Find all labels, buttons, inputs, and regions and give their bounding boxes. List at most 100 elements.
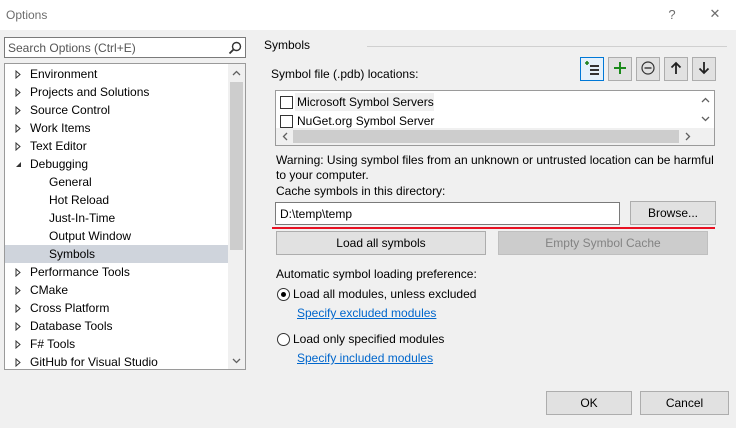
help-icon: ?: [668, 6, 676, 22]
empty-symbol-cache-button[interactable]: Empty Symbol Cache: [498, 231, 708, 255]
tree-item-label: Performance Tools: [30, 265, 130, 279]
tree-item-label: Projects and Solutions: [30, 85, 150, 99]
collapsed-arrow-icon[interactable]: [13, 317, 23, 335]
help-button[interactable]: ?: [661, 4, 683, 24]
scroll-up-arrow-icon[interactable]: [697, 92, 714, 108]
tree-item[interactable]: Work Items: [5, 119, 229, 137]
ok-button[interactable]: OK: [546, 391, 632, 415]
collapsed-arrow-icon[interactable]: [13, 65, 23, 83]
tree-item[interactable]: Text Editor: [5, 137, 229, 155]
collapsed-arrow-icon[interactable]: [13, 137, 23, 155]
cache-directory-input[interactable]: [280, 206, 610, 222]
tree-item[interactable]: GitHub for Visual Studio: [5, 353, 229, 369]
load-all-modules-label[interactable]: Load all modules, unless excluded: [293, 287, 476, 301]
section-title: Symbols: [264, 38, 311, 52]
tree-item[interactable]: Projects and Solutions: [5, 83, 229, 101]
scroll-down-arrow-icon[interactable]: [228, 352, 245, 369]
tree-scroll-thumb[interactable]: [230, 82, 243, 250]
load-all-symbols-button[interactable]: Load all symbols: [276, 231, 486, 255]
add-location-button[interactable]: [608, 57, 632, 81]
scroll-left-arrow-icon[interactable]: [276, 128, 293, 145]
section-divider: [367, 46, 727, 47]
collapsed-arrow-icon[interactable]: [13, 263, 23, 281]
tree-item[interactable]: Symbols: [5, 245, 229, 263]
tree-item[interactable]: Output Window: [5, 227, 229, 245]
tree-item-label: Hot Reload: [49, 193, 110, 207]
scroll-down-arrow-icon[interactable]: [697, 111, 714, 127]
annotation-underline: [272, 227, 715, 229]
tree-item[interactable]: Environment: [5, 65, 229, 83]
collapsed-arrow-icon[interactable]: [13, 83, 23, 101]
location-label: Microsoft Symbol Servers: [297, 95, 434, 109]
warning-text-line2: to your computer.: [276, 168, 369, 182]
load-specified-modules-radio[interactable]: [277, 333, 290, 346]
tree-item-label: Cross Platform: [30, 301, 110, 315]
tree-item[interactable]: Source Control: [5, 101, 229, 119]
tree-item[interactable]: General: [5, 173, 229, 191]
tree-scrollbar[interactable]: [228, 64, 245, 369]
specify-excluded-modules-link[interactable]: Specify excluded modules: [297, 306, 436, 320]
tree-item[interactable]: Debugging: [5, 155, 229, 173]
specify-included-modules-link[interactable]: Specify included modules: [297, 351, 433, 365]
search-icon[interactable]: [227, 40, 243, 56]
list-vertical-scrollbar[interactable]: [697, 91, 714, 128]
remove-icon: [641, 60, 655, 78]
tree-item-label: Work Items: [30, 121, 91, 135]
tree-item-label: GitHub for Visual Studio: [30, 355, 158, 369]
tree-item[interactable]: Just-In-Time: [5, 209, 229, 227]
auto-loading-label: Automatic symbol loading preference:: [276, 267, 477, 281]
tree-item[interactable]: CMake: [5, 281, 229, 299]
list-item[interactable]: Microsoft Symbol Servers: [276, 92, 698, 111]
remove-location-button[interactable]: [636, 57, 660, 81]
move-up-icon: [670, 61, 682, 78]
window-title: Options: [6, 8, 48, 22]
load-specified-modules-label[interactable]: Load only specified modules: [293, 332, 444, 346]
tree-item-label: CMake: [30, 283, 69, 297]
tree-item-label: F# Tools: [30, 337, 76, 351]
tree-item-label: General: [49, 175, 92, 189]
checkbox[interactable]: [280, 96, 293, 109]
options-search-box[interactable]: [4, 37, 246, 58]
cache-directory-label: Cache symbols in this directory:: [276, 184, 446, 198]
symbol-locations-list: Microsoft Symbol Servers NuGet.org Symbo…: [275, 90, 715, 146]
window-bottom-edge: [0, 428, 736, 434]
cancel-button[interactable]: Cancel: [640, 391, 729, 415]
tree-item[interactable]: Database Tools: [5, 317, 229, 335]
collapsed-arrow-icon[interactable]: [13, 335, 23, 353]
browse-button[interactable]: Browse...: [630, 201, 716, 225]
checkbox[interactable]: [280, 115, 293, 128]
expanded-arrow-icon[interactable]: [13, 155, 23, 173]
search-input[interactable]: [8, 40, 226, 56]
new-location-button[interactable]: [580, 57, 604, 81]
collapsed-arrow-icon[interactable]: [13, 353, 23, 369]
tree-item-label: Just-In-Time: [49, 211, 116, 225]
collapsed-arrow-icon[interactable]: [13, 101, 23, 119]
move-up-button[interactable]: [664, 57, 688, 81]
tree-item[interactable]: Hot Reload: [5, 191, 229, 209]
tree-item[interactable]: F# Tools: [5, 335, 229, 353]
scroll-right-arrow-icon[interactable]: [679, 128, 696, 145]
locations-label: Symbol file (.pdb) locations:: [271, 67, 419, 81]
close-icon: ✕: [709, 6, 721, 21]
tree-item-label: Environment: [30, 67, 98, 81]
collapsed-arrow-icon[interactable]: [13, 281, 23, 299]
move-down-button[interactable]: [692, 57, 716, 81]
location-label: NuGet.org Symbol Server: [297, 114, 435, 128]
scroll-up-arrow-icon[interactable]: [228, 64, 245, 81]
load-all-modules-radio[interactable]: [277, 288, 290, 301]
options-tree: Environment Projects and Solutions Source …: [4, 63, 246, 370]
tree-item-label: Debugging: [30, 157, 89, 171]
tree-item[interactable]: Performance Tools: [5, 263, 229, 281]
move-down-icon: [698, 61, 710, 78]
list-horizontal-scrollbar[interactable]: [276, 128, 714, 145]
collapsed-arrow-icon[interactable]: [13, 299, 23, 317]
collapsed-arrow-icon[interactable]: [13, 119, 23, 137]
new-location-icon: [584, 60, 600, 79]
tree-item[interactable]: Cross Platform: [5, 299, 229, 317]
list-scroll-thumb[interactable]: [293, 130, 679, 143]
tree-item-label: Database Tools: [30, 319, 113, 333]
warning-text-line1: Warning: Using symbol files from an unkn…: [276, 153, 714, 167]
tree-item-label: Source Control: [30, 103, 111, 117]
cache-directory-field[interactable]: [275, 202, 620, 225]
close-button[interactable]: ✕: [704, 4, 726, 24]
